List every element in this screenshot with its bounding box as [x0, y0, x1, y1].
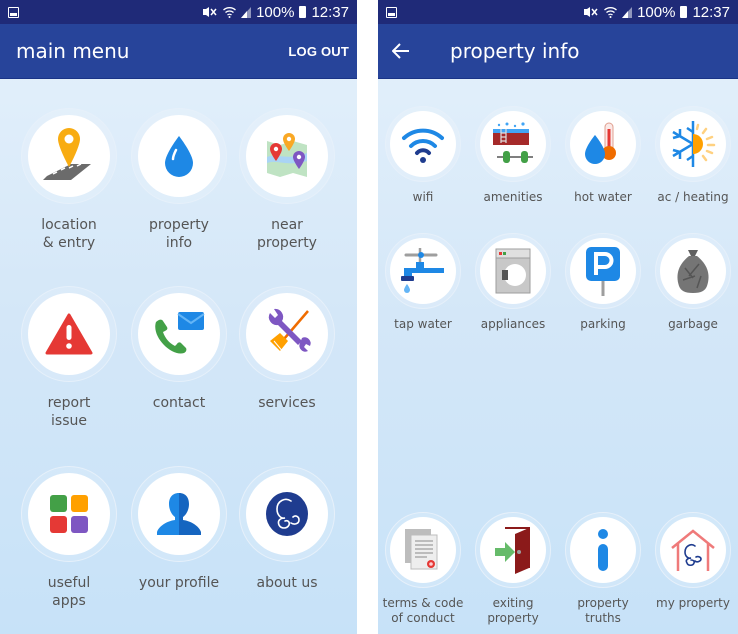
info-item-label: my property	[656, 596, 730, 610]
arrow-left-icon	[392, 43, 409, 59]
info-item-hot-water[interactable]: hot water	[558, 106, 648, 205]
drop-thermometer-icon	[585, 122, 616, 164]
info-item-property-truths[interactable]: property truths	[558, 512, 648, 626]
info-item-ac-heating[interactable]: ac / heating	[648, 106, 738, 205]
washing-machine-icon	[495, 248, 531, 294]
menu-item-label: contact	[152, 395, 206, 411]
menu-item-property-info[interactable]: property info	[124, 108, 234, 252]
info-item-wifi[interactable]: wifi	[378, 106, 468, 205]
menu-item-label: your profile	[138, 575, 220, 591]
battery-icon	[299, 6, 307, 18]
map-pins-icon	[267, 133, 307, 177]
gallery-icon	[386, 6, 397, 18]
document-seal-icon	[405, 529, 438, 570]
clock: 12:37	[692, 3, 730, 21]
info-item-label: wifi	[412, 190, 434, 204]
status-bar: 100% 12:37	[0, 0, 357, 24]
info-item-my-property[interactable]: my property	[648, 512, 738, 611]
info-item-label: amenities	[483, 190, 543, 204]
user-silhouette-icon	[157, 493, 201, 535]
back-button[interactable]	[378, 43, 418, 59]
house-logo-icon	[671, 529, 715, 571]
exit-door-icon	[495, 527, 530, 574]
hot-tub-dumbbell-icon	[493, 122, 533, 163]
menu-item-label: report issue	[47, 395, 91, 429]
info-item-label: ac / heating	[657, 190, 729, 204]
page-title: main menu	[16, 39, 130, 63]
menu-item-services[interactable]: services	[232, 286, 342, 412]
page-title: property info	[450, 39, 580, 63]
info-icon	[598, 529, 608, 571]
info-item-terms-code-of-conduct[interactable]: terms & code of conduct	[378, 512, 468, 626]
app-bar: property info	[378, 24, 738, 79]
menu-item-label: near property	[257, 217, 317, 251]
gallery-icon	[8, 6, 19, 18]
menu-item-label: location & entry	[41, 217, 97, 251]
wifi-icon	[402, 128, 444, 163]
clock: 12:37	[311, 3, 349, 21]
menu-item-report-issue[interactable]: report issue	[14, 286, 124, 430]
mute-icon	[583, 6, 599, 18]
phone-mail-icon	[155, 312, 205, 354]
menu-item-location-entry[interactable]: location & entry	[14, 108, 124, 252]
info-item-appliances[interactable]: appliances	[468, 233, 558, 332]
battery-icon	[680, 6, 688, 18]
battery-percent: 100%	[637, 3, 676, 21]
wrench-broom-icon	[267, 308, 311, 358]
snowflake-sun-icon	[672, 121, 716, 167]
app-bar: main menu LOG OUT	[0, 24, 357, 79]
menu-item-useful-apps[interactable]: useful apps	[14, 466, 124, 610]
signal-icon	[241, 6, 252, 18]
info-item-parking[interactable]: parking	[558, 233, 648, 332]
menu-item-label: about us	[256, 575, 318, 591]
garbage-bag-icon	[677, 250, 709, 293]
info-item-label: terms & code of conduct	[382, 596, 464, 625]
info-item-label: exiting property	[487, 596, 539, 625]
main-menu-screen: 100% 12:37 main menu LOG OUT location & …	[0, 0, 357, 634]
info-item-garbage[interactable]: garbage	[648, 233, 738, 332]
info-item-tap-water[interactable]: tap water	[378, 233, 468, 332]
info-item-label: tap water	[394, 317, 452, 331]
battery-percent: 100%	[256, 3, 295, 21]
status-bar: 100% 12:37	[378, 0, 738, 24]
info-item-label: appliances	[480, 317, 546, 331]
menu-item-label: property info	[149, 217, 209, 251]
parking-sign-icon	[586, 247, 620, 296]
property-info-screen: 100% 12:37 property info wifi amenities …	[378, 0, 738, 634]
menu-item-contact[interactable]: contact	[124, 286, 234, 412]
info-item-exiting-property[interactable]: exiting property	[468, 512, 558, 626]
wifi-icon	[604, 6, 618, 18]
menu-item-label: services	[258, 395, 316, 411]
mute-icon	[202, 6, 218, 18]
location-pin-road-icon	[43, 128, 91, 180]
info-item-label: parking	[580, 317, 626, 331]
info-item-label: hot water	[574, 190, 632, 204]
menu-item-near-property[interactable]: near property	[232, 108, 342, 252]
signal-icon	[622, 6, 633, 18]
wifi-icon	[223, 6, 237, 18]
water-drop-icon	[165, 136, 193, 177]
warning-triangle-icon	[45, 313, 93, 355]
menu-item-about-us[interactable]: about us	[232, 466, 342, 592]
menu-item-your-profile[interactable]: your profile	[124, 466, 234, 592]
info-item-amenities[interactable]: amenities	[468, 106, 558, 205]
apps-grid-icon	[50, 495, 88, 533]
info-item-label: property truths	[577, 596, 629, 625]
info-item-label: garbage	[668, 317, 718, 331]
faucet-icon	[401, 248, 444, 293]
menu-item-label: useful apps	[47, 575, 91, 609]
brand-logo-icon	[266, 492, 308, 536]
logout-button[interactable]: LOG OUT	[288, 44, 357, 59]
